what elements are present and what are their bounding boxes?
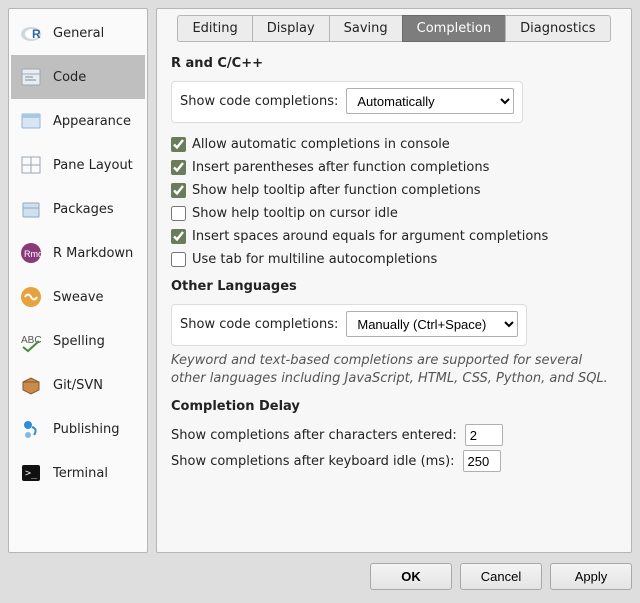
check-label: Insert parentheses after function comple… [192,160,489,175]
show-completions-other-group: Show code completions: Manually (Ctrl+Sp… [171,304,527,346]
sidebar-item-label: Packages [53,202,114,217]
code-icon [19,65,43,89]
delay-chars-label: Show completions after characters entere… [171,428,457,443]
sidebar-item-rmarkdown[interactable]: Rmd R Markdown [11,231,145,275]
sidebar-item-code[interactable]: Code [11,55,145,99]
sidebar-item-label: Terminal [53,466,108,481]
sidebar-item-label: Publishing [53,422,119,437]
show-completions-r-select[interactable]: Automatically [346,88,514,114]
tab-saving[interactable]: Saving [329,15,403,42]
section-title-other: Other Languages [171,279,617,294]
svg-text:Rmd: Rmd [24,249,43,259]
check-help-tooltip-fn[interactable] [171,183,186,198]
rmarkdown-icon: Rmd [19,241,43,265]
appearance-icon [19,109,43,133]
terminal-icon: >_ [19,461,43,485]
dialog-button-bar: OK Cancel Apply [8,563,632,590]
sidebar-item-appearance[interactable]: Appearance [11,99,145,143]
check-auto-console[interactable] [171,137,186,152]
delay-chars-input[interactable] [465,424,503,446]
check-insert-parens[interactable] [171,160,186,175]
other-languages-note: Keyword and text-based completions are s… [171,352,617,387]
sidebar-item-general[interactable]: R General [11,11,145,55]
sidebar-item-label: Code [53,70,86,85]
sidebar-item-label: General [53,26,104,41]
spelling-icon: ABC [19,329,43,353]
sidebar-item-publishing[interactable]: Publishing [11,407,145,451]
check-help-tooltip-idle[interactable] [171,206,186,221]
delay-idle-label: Show completions after keyboard idle (ms… [171,454,455,469]
tab-bar: Editing Display Saving Completion Diagno… [171,15,617,42]
show-completions-other-select[interactable]: Manually (Ctrl+Space) [346,311,518,337]
check-label: Insert spaces around equals for argument… [192,229,548,244]
delay-idle-input[interactable] [463,450,501,472]
section-title-r-cpp: R and C/C++ [171,56,617,71]
check-tab-multiline[interactable] [171,252,186,267]
sidebar-item-packages[interactable]: Packages [11,187,145,231]
sidebar: R General Code Appearance Pane Layout [8,8,148,553]
main-panel: Editing Display Saving Completion Diagno… [156,8,632,553]
publishing-icon [19,417,43,441]
check-spaces-equals[interactable] [171,229,186,244]
sidebar-item-spelling[interactable]: ABC Spelling [11,319,145,363]
sidebar-item-label: Pane Layout [53,158,133,173]
sidebar-item-git-svn[interactable]: Git/SVN [11,363,145,407]
check-label: Show help tooltip on cursor idle [192,206,398,221]
check-label: Use tab for multiline autocompletions [192,252,437,267]
sidebar-item-label: Appearance [53,114,131,129]
r-logo-icon: R [19,21,43,45]
pane-layout-icon [19,153,43,177]
tab-completion[interactable]: Completion [402,15,506,42]
options-dialog: R General Code Appearance Pane Layout [8,8,632,553]
svg-text:>_: >_ [25,468,38,479]
sidebar-item-sweave[interactable]: Sweave [11,275,145,319]
show-completions-other-label: Show code completions: [180,317,338,332]
cancel-button[interactable]: Cancel [460,563,542,590]
svg-text:R: R [32,27,41,41]
sweave-icon [19,285,43,309]
tab-editing[interactable]: Editing [177,15,252,42]
packages-icon [19,197,43,221]
sidebar-item-pane-layout[interactable]: Pane Layout [11,143,145,187]
ok-button[interactable]: OK [370,563,452,590]
section-title-delay: Completion Delay [171,399,617,414]
show-completions-r-group: Show code completions: Automatically [171,81,523,123]
tab-diagnostics[interactable]: Diagnostics [505,15,610,42]
sidebar-item-label: Git/SVN [53,378,103,393]
sidebar-item-terminal[interactable]: >_ Terminal [11,451,145,495]
apply-button[interactable]: Apply [550,563,632,590]
sidebar-item-label: R Markdown [53,246,133,261]
sidebar-item-label: Spelling [53,334,105,349]
show-completions-r-label: Show code completions: [180,94,338,109]
git-svn-icon [19,373,43,397]
check-label: Show help tooltip after function complet… [192,183,481,198]
sidebar-item-label: Sweave [53,290,104,305]
check-label: Allow automatic completions in console [192,137,450,152]
tab-display[interactable]: Display [252,15,330,42]
